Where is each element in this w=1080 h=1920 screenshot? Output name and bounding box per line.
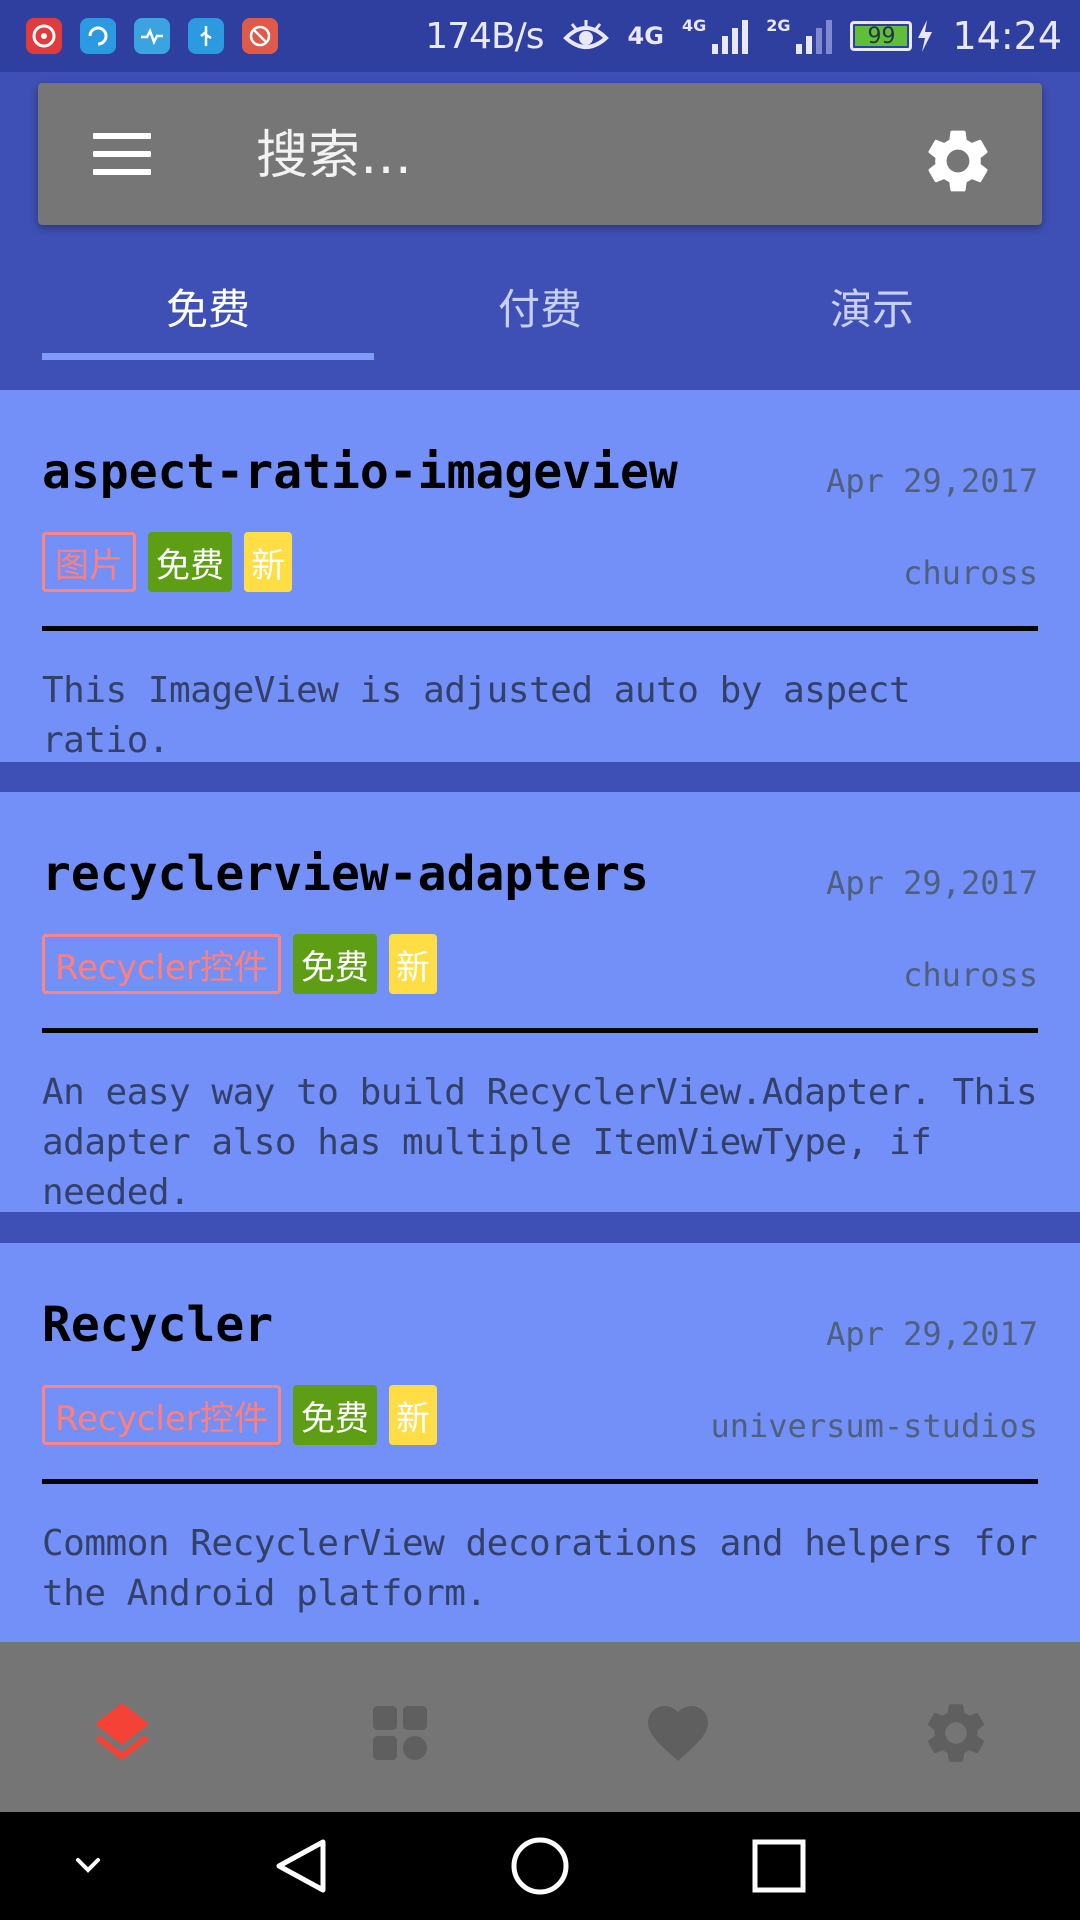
library-card[interactable]: aspect-ratio-imageview Apr 29,2017 图片 免费… [0,390,1080,762]
bottom-navigation [0,1642,1080,1812]
grid-icon[interactable] [364,1697,436,1769]
library-card[interactable]: Recycler Apr 29,2017 Recycler控件 免费 新 uni… [0,1243,1080,1642]
price-tag: 免费 [292,1385,377,1445]
battery-level: 99 [867,23,896,49]
card-title: aspect-ratio-imageview [42,444,678,500]
new-badge: 新 [388,1385,437,1445]
category-tag[interactable]: Recycler控件 [42,1385,281,1445]
card-date: Apr 29,2017 [826,864,1038,902]
battery-icon: 99 [850,21,913,51]
library-card[interactable]: recyclerview-adapters Apr 29,2017 Recycl… [0,792,1080,1213]
card-description: Common RecyclerView decorations and help… [42,1523,1038,1614]
gear-icon[interactable] [920,1697,992,1769]
price-tag: 免费 [292,934,377,994]
status-bar: 174B/s 4G 4G 2G 99 14:24 [0,0,1080,72]
health-app-icon [134,18,170,54]
blocked-app-icon [242,18,278,54]
search-toolbar [38,83,1042,225]
netease-music-icon [26,18,62,54]
card-description: An easy way to build RecyclerView.Adapte… [42,1072,1038,1213]
system-navigation-bar [0,1812,1080,1920]
tag-list: 图片 免费 新 [42,532,292,592]
category-tag[interactable]: 图片 [42,532,136,592]
card-author[interactable]: universum-studios [710,1407,1038,1445]
network-speed: 174B/s [425,15,544,57]
new-badge: 新 [244,532,292,592]
network-type-label-3: 2G [766,16,791,35]
signal-strength-2-icon [796,18,833,54]
menu-icon[interactable] [93,133,151,175]
tag-list: Recycler控件 免费 新 [42,934,437,994]
category-tag[interactable]: Recycler控件 [42,934,281,994]
network-type-label: 4G [627,22,664,50]
tab-free[interactable]: 免费 [42,250,374,360]
recent-apps-icon[interactable] [744,1834,814,1898]
signal-strength-icon [712,18,749,54]
tab-demo[interactable]: 演示 [706,250,1038,360]
card-author[interactable]: chuross [903,554,1038,592]
category-tabs: 免费 付费 演示 [0,250,1080,360]
heart-icon[interactable] [642,1697,714,1769]
card-divider [42,1028,1038,1033]
home-icon[interactable] [505,1834,575,1898]
tab-paid[interactable]: 付费 [374,250,706,360]
chevron-down-icon[interactable] [56,1834,120,1898]
swirl-app-icon [80,18,116,54]
card-date: Apr 29,2017 [826,1315,1038,1353]
card-divider [42,1479,1038,1484]
charging-icon [918,20,933,52]
card-title: recyclerview-adapters [42,846,649,902]
price-tag: 免费 [148,532,232,592]
card-author[interactable]: chuross [903,956,1038,994]
clock: 14:24 [952,14,1062,58]
usb-icon [188,18,224,54]
card-date: Apr 29,2017 [826,462,1038,500]
layers-icon[interactable] [86,1697,158,1769]
notification-icons [26,18,278,54]
eye-icon [562,20,609,49]
card-title: Recycler [42,1297,274,1353]
card-divider [42,626,1038,631]
new-badge: 新 [388,934,437,994]
back-icon[interactable] [266,1834,336,1898]
card-description: This ImageView is adjusted auto by aspec… [42,670,911,761]
settings-gear-icon[interactable] [920,123,996,199]
tag-list: Recycler控件 免费 新 [42,1385,437,1445]
search-input[interactable] [256,121,856,191]
network-type-label-2: 4G [681,16,707,35]
